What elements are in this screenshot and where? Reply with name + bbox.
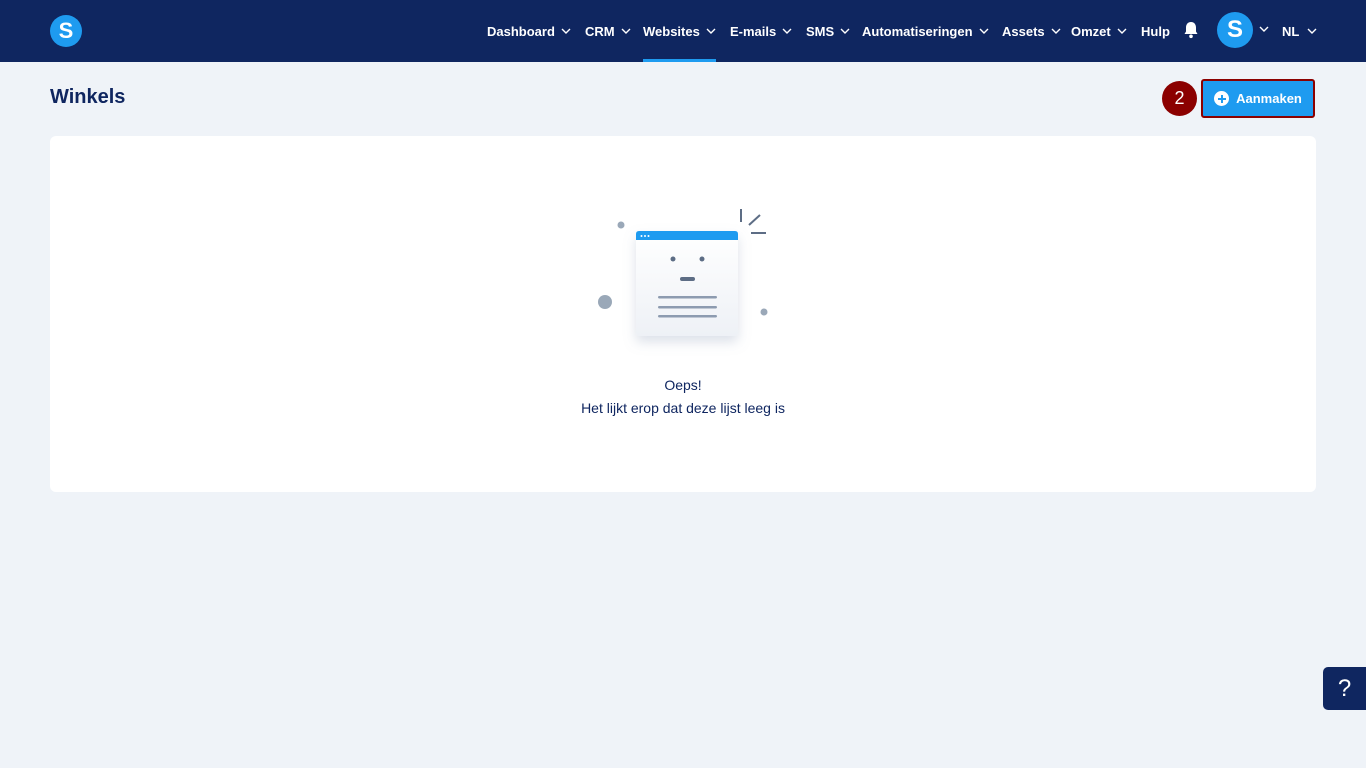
brand-logo[interactable]: S — [50, 15, 82, 47]
empty-list-illustration-icon — [598, 209, 768, 336]
nav-item-label: Websites — [643, 23, 700, 39]
chevron-down-icon — [1117, 28, 1127, 34]
chevron-down-icon — [706, 28, 716, 34]
nav-item-websites[interactable]: Websites — [643, 0, 716, 62]
create-button-label: Aanmaken — [1236, 91, 1302, 106]
step-number-badge: 2 — [1162, 81, 1197, 116]
top-navigation-bar: S Dashboard CRM Websites E-mails SMS Aut… — [0, 0, 1366, 62]
language-selector[interactable]: NL — [1282, 0, 1317, 62]
help-button[interactable]: ? — [1323, 667, 1366, 710]
nav-item-emails[interactable]: E-mails — [730, 0, 792, 62]
nav-item-label: Automatiseringen — [862, 23, 973, 39]
page-title: Winkels — [50, 86, 126, 108]
chevron-down-icon — [561, 28, 571, 34]
nav-item-label: E-mails — [730, 23, 777, 39]
chevron-down-icon — [979, 28, 989, 34]
nav-item-label: Omzet — [1071, 23, 1111, 39]
language-label: NL — [1282, 23, 1300, 39]
nav-item-automatiseringen[interactable]: Automatiseringen — [862, 0, 989, 62]
empty-state-title: Oeps! — [664, 377, 702, 393]
chevron-down-icon — [1307, 28, 1317, 34]
nav-item-label: Hulp — [1141, 23, 1170, 39]
bell-icon[interactable] — [1181, 20, 1201, 40]
create-button[interactable]: Aanmaken — [1201, 79, 1315, 118]
nav-item-crm[interactable]: CRM — [585, 0, 631, 62]
nav-item-label: SMS — [806, 23, 835, 39]
chevron-down-icon — [782, 28, 792, 34]
nav-item-dashboard[interactable]: Dashboard — [487, 0, 571, 62]
empty-state-message: Het lijkt erop dat deze lijst leeg is — [581, 400, 785, 416]
nav-item-assets[interactable]: Assets — [1002, 0, 1061, 62]
user-avatar[interactable]: S — [1217, 12, 1253, 48]
nav-item-label: Dashboard — [487, 23, 555, 39]
chevron-down-icon[interactable] — [1259, 24, 1269, 34]
nav-item-omzet[interactable]: Omzet — [1071, 0, 1127, 62]
chevron-down-icon — [621, 28, 631, 34]
nav-item-sms[interactable]: SMS — [806, 0, 850, 62]
nav-item-label: Assets — [1002, 23, 1045, 39]
chevron-down-icon — [1051, 28, 1061, 34]
nav-item-label: CRM — [585, 23, 615, 39]
plus-circle-icon — [1214, 91, 1230, 106]
chevron-down-icon — [840, 28, 850, 34]
nav-item-hulp[interactable]: Hulp — [1141, 0, 1170, 62]
